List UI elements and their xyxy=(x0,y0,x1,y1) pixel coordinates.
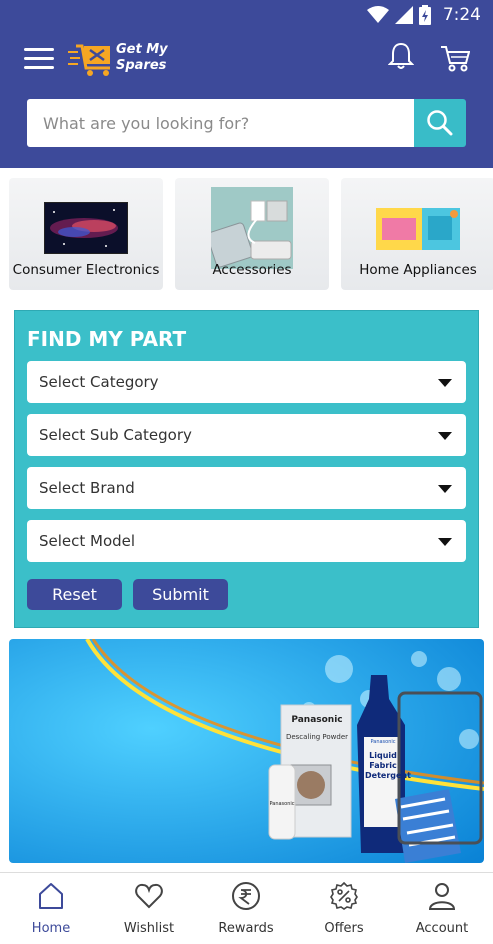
signal-icon xyxy=(394,6,413,24)
sub-category-select[interactable]: Select Sub Category xyxy=(27,414,466,456)
category-home-appliances[interactable]: Home Appliances xyxy=(341,178,493,290)
wifi-icon xyxy=(366,6,389,23)
home-icon xyxy=(39,883,63,909)
logo-line1: Get My xyxy=(116,42,168,57)
category-consumer-electronics[interactable]: Consumer Electronics xyxy=(9,178,163,290)
brand-select[interactable]: Select Brand xyxy=(27,467,466,509)
user-icon xyxy=(428,883,456,910)
nav-label: Home xyxy=(31,921,71,936)
banner-bottle-brand: Panasonic xyxy=(370,739,396,745)
submit-button[interactable]: Submit xyxy=(133,579,228,610)
dropdown-arrow-icon xyxy=(438,432,452,440)
logo-text: Get My Spares xyxy=(116,42,168,74)
find-my-part-panel: FIND MY PART Select Category Select Sub … xyxy=(14,310,479,628)
select-label: Select Category xyxy=(39,373,159,391)
reset-button[interactable]: Reset xyxy=(27,579,122,610)
category-accessories[interactable]: Accessories xyxy=(175,178,329,290)
rupee-icon xyxy=(232,882,260,910)
nav-label: Wishlist xyxy=(123,921,175,936)
cart-icon[interactable] xyxy=(440,44,470,72)
nav-item-home[interactable]: Home xyxy=(2,873,100,944)
search-button[interactable] xyxy=(414,99,466,147)
banner-box-brand: Panasonic xyxy=(291,715,343,725)
category-label: Consumer Electronics xyxy=(12,262,160,278)
app-bar: Get My Spares xyxy=(0,32,493,168)
dropdown-arrow-icon xyxy=(438,538,452,546)
category-label: Accessories xyxy=(212,262,292,278)
nav-label: Account xyxy=(415,921,469,936)
battery-icon xyxy=(418,5,431,25)
select-label: Select Model xyxy=(39,532,136,550)
nav-item-wishlist[interactable]: Wishlist xyxy=(100,873,198,944)
search-icon xyxy=(427,110,453,136)
sale-banner-image xyxy=(376,208,460,250)
banner-image xyxy=(9,639,484,863)
nav-item-offers[interactable]: Offers xyxy=(295,873,393,944)
category-label: Home Appliances xyxy=(359,262,477,278)
banner-small-bottle-brand: Panasonic xyxy=(269,801,295,807)
promo-banner[interactable]: Panasonic Descaling Powder Panasonic Liq… xyxy=(9,639,484,863)
status-icons: 7:24 xyxy=(366,5,481,25)
hamburger-icon[interactable] xyxy=(24,48,54,70)
status-time: 7:24 xyxy=(442,5,481,25)
nav-item-rewards[interactable]: Rewards xyxy=(197,873,295,944)
dropdown-arrow-icon xyxy=(438,379,452,387)
status-bar: 7:24 xyxy=(0,0,493,32)
select-label: Select Brand xyxy=(39,479,135,497)
select-label: Select Sub Category xyxy=(39,426,192,444)
model-select[interactable]: Select Model xyxy=(27,520,466,562)
accessories-image xyxy=(211,187,293,269)
find-my-part-title: FIND MY PART xyxy=(27,327,187,351)
search-bar xyxy=(27,99,466,147)
banner-bottle-text: Liquid Fabric Detergent xyxy=(365,751,411,780)
nav-label: Rewards xyxy=(218,921,274,936)
tv-image xyxy=(44,202,128,254)
heart-icon xyxy=(135,883,163,909)
category-select[interactable]: Select Category xyxy=(27,361,466,403)
bell-icon[interactable] xyxy=(388,42,414,70)
nav-label: Offers xyxy=(324,921,364,936)
bottom-navigation: Home Wishlist Rewards Offers Account xyxy=(0,872,493,944)
search-input[interactable] xyxy=(27,99,414,147)
logo-line2: Spares xyxy=(116,58,167,73)
banner-box-text: Descaling Powder xyxy=(285,733,349,741)
category-list: Consumer Electronics Accessories Home Ap… xyxy=(0,168,493,298)
nav-item-account[interactable]: Account xyxy=(393,873,491,944)
percent-icon xyxy=(330,881,358,910)
dropdown-arrow-icon xyxy=(438,485,452,493)
